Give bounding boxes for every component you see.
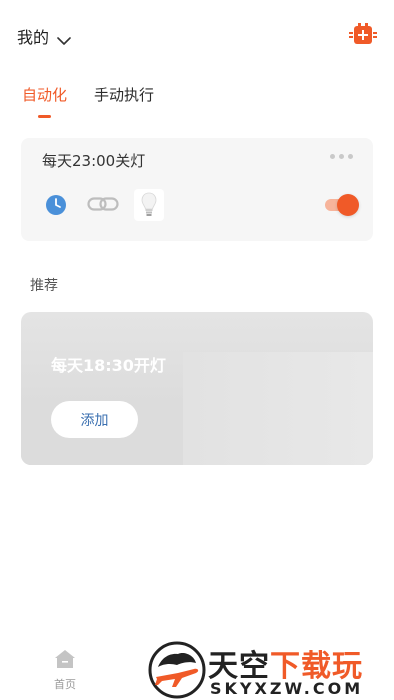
recommend-heading: 推荐: [30, 278, 58, 294]
automation-card[interactable]: 每天23:00关灯: [21, 138, 373, 241]
active-tab-indicator: [38, 115, 51, 118]
tab-bar: 自动化 手动执行: [0, 84, 394, 124]
watermark-url: SKYXZW.COM: [210, 679, 364, 698]
automation-toggle[interactable]: [323, 193, 359, 217]
tab-automation[interactable]: 自动化: [22, 84, 67, 105]
app-screen: 我的 自动化 手动执行 每天23:00关灯 推荐 每天18:30开灯 添加 首页…: [0, 0, 394, 700]
home-icon: [54, 649, 76, 673]
link-icon: [87, 195, 119, 213]
nav-home[interactable]: 首页: [45, 649, 85, 699]
header: 我的: [0, 0, 394, 70]
add-button[interactable]: 添加: [51, 401, 138, 438]
recommend-card-title: 每天18:30开灯: [51, 356, 166, 375]
light-bulb-icon: [134, 189, 164, 221]
more-icon[interactable]: [330, 154, 353, 159]
nav-home-label: 首页: [54, 678, 76, 691]
tab-manual[interactable]: 手动执行: [94, 84, 154, 105]
chevron-down-icon: [57, 31, 71, 45]
watermark: 天空下载玩 SKYXZW.COM: [148, 641, 394, 700]
add-device-icon[interactable]: [348, 22, 378, 48]
recommend-card[interactable]: 每天18:30开灯 添加: [21, 312, 373, 465]
automation-title: 每天23:00关灯: [42, 152, 146, 170]
watermark-logo-icon: [148, 641, 206, 699]
home-label: 我的: [17, 28, 50, 47]
home-selector[interactable]: 我的: [17, 24, 71, 48]
clock-icon: [45, 194, 67, 216]
